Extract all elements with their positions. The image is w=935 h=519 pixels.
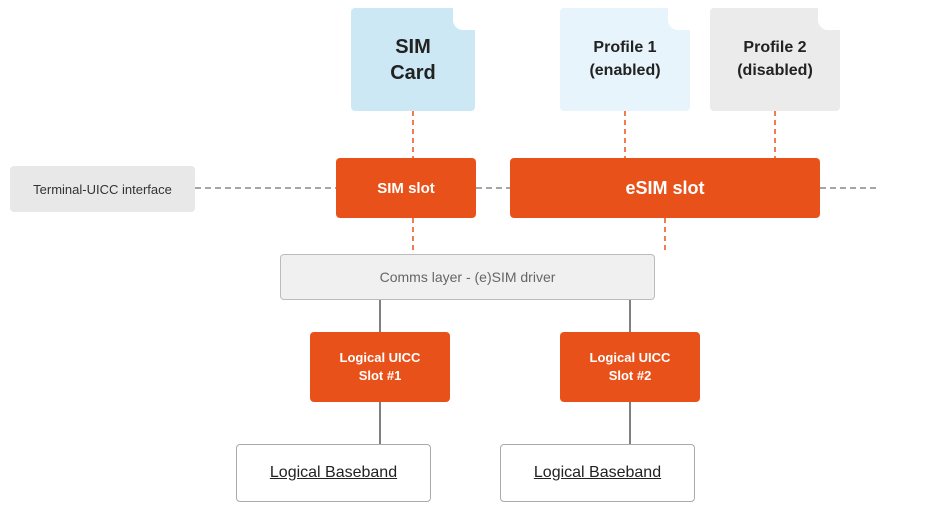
esim-slot-label: eSIM slot (625, 178, 704, 199)
sim-slot-label: SIM slot (377, 180, 435, 197)
logical-uicc1-box: Logical UICC Slot #1 (310, 332, 450, 402)
logical-uicc1-label: Logical UICC Slot #1 (340, 349, 421, 385)
comms-layer-label: Comms layer - (e)SIM driver (380, 269, 556, 285)
sim-slot-box: SIM slot (336, 158, 476, 218)
profile1-label: Profile 1 (enabled) (589, 37, 660, 82)
terminal-uicc-label: Terminal-UICC interface (33, 182, 172, 197)
profile2-label: Profile 2 (disabled) (737, 37, 813, 82)
profile1-box: Profile 1 (enabled) (560, 8, 690, 111)
logical-uicc2-box: Logical UICC Slot #2 (560, 332, 700, 402)
logical-uicc2-label: Logical UICC Slot #2 (590, 349, 671, 385)
logical-baseband1-label: Logical Baseband (270, 464, 397, 482)
logical-baseband1-box: Logical Baseband (236, 444, 431, 502)
profile2-box: Profile 2 (disabled) (710, 8, 840, 111)
logical-baseband2-label: Logical Baseband (534, 464, 661, 482)
esim-slot-box: eSIM slot (510, 158, 820, 218)
comms-layer-box: Comms layer - (e)SIM driver (280, 254, 655, 300)
logical-baseband2-box: Logical Baseband (500, 444, 695, 502)
sim-card-label: SIM Card (390, 34, 436, 86)
terminal-uicc-box: Terminal-UICC interface (10, 166, 195, 212)
diagram-container: SIM Card Profile 1 (enabled) Profile 2 (… (0, 0, 935, 519)
sim-card-box: SIM Card (351, 8, 475, 111)
